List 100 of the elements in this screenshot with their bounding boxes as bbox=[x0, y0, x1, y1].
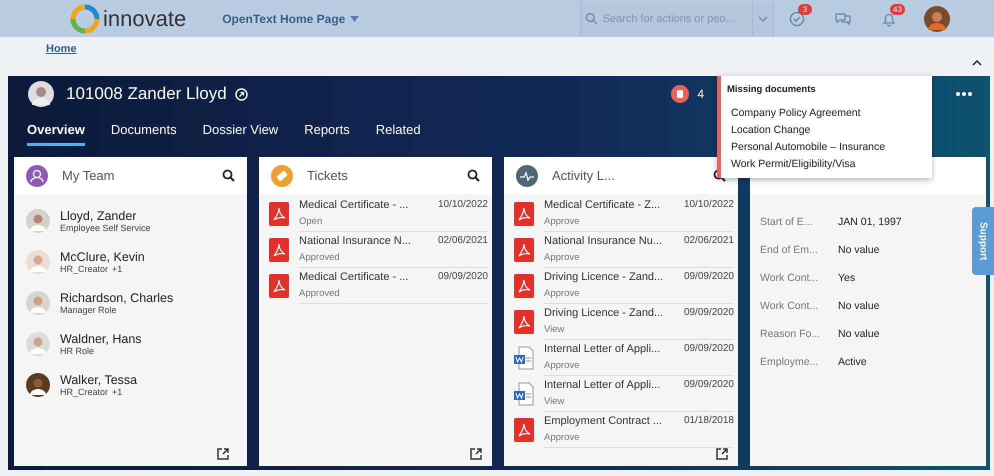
document-title[interactable]: Internal Letter of Appli... bbox=[544, 378, 660, 390]
document-date: 09/09/2020 bbox=[684, 270, 734, 282]
document-alert-icon[interactable] bbox=[671, 85, 690, 103]
external-link-icon[interactable] bbox=[470, 448, 482, 460]
breadcrumb-link[interactable]: Home bbox=[46, 43, 77, 55]
search-icon bbox=[585, 12, 598, 25]
profile-title: 101008 Zander Lloyd bbox=[66, 84, 227, 104]
document-title[interactable]: Employment Contract ... bbox=[544, 414, 662, 426]
word-document-icon bbox=[514, 382, 534, 406]
popover-title: Missing documents bbox=[727, 84, 817, 95]
document-title[interactable]: Internal Letter of Appli... bbox=[544, 342, 660, 354]
chevron-down-icon bbox=[758, 16, 768, 22]
document-date: 02/06/2021 bbox=[684, 234, 734, 246]
document-date: 09/09/2020 bbox=[684, 378, 734, 390]
document-status: Open bbox=[299, 216, 322, 226]
document-status: Approve bbox=[544, 216, 580, 226]
document-date: 09/09/2020 bbox=[438, 270, 488, 282]
document-status: Approve bbox=[544, 432, 580, 442]
document-date: 09/09/2020 bbox=[684, 306, 734, 318]
pdf-icon bbox=[514, 238, 534, 262]
field-label: End of Em... bbox=[760, 244, 819, 256]
count-badge: 3 bbox=[798, 4, 812, 14]
count-badge: 43 bbox=[890, 4, 905, 14]
card-title: Activity L... bbox=[552, 168, 616, 183]
pdf-icon bbox=[514, 202, 534, 226]
external-link-icon[interactable] bbox=[217, 448, 229, 460]
document-title[interactable]: Medical Certificate - ... bbox=[299, 270, 408, 282]
member-role: Employee Self Service bbox=[60, 222, 151, 232]
avatar[interactable] bbox=[26, 372, 50, 396]
field-label: Start of E... bbox=[760, 216, 814, 228]
member-role: HR Role bbox=[60, 346, 94, 356]
field-value: No value bbox=[838, 244, 880, 256]
missing-document-item[interactable]: Work Permit/Eligibility/Visa bbox=[727, 158, 924, 170]
member-name[interactable]: Walker, Tessa bbox=[60, 372, 138, 386]
tab[interactable]: Dossier View bbox=[202, 116, 278, 146]
avatar bbox=[28, 81, 54, 107]
search-icon[interactable] bbox=[222, 169, 235, 182]
document-status: View bbox=[544, 396, 564, 406]
field-value: JAN 01, 1997 bbox=[838, 216, 902, 228]
document-title[interactable]: Medical Certificate - ... bbox=[299, 198, 408, 210]
logo-icon bbox=[70, 4, 100, 34]
member-role: HR_Creator bbox=[60, 264, 108, 274]
check-circle-icon[interactable] bbox=[789, 10, 805, 26]
field-value: No value bbox=[838, 300, 880, 312]
field-label: Work Cont... bbox=[760, 300, 820, 312]
card-title: My Team bbox=[62, 168, 116, 183]
document-status: Approve bbox=[544, 252, 580, 262]
card-title: Tickets bbox=[307, 168, 349, 183]
tab[interactable]: Documents bbox=[110, 116, 177, 146]
avatar[interactable] bbox=[924, 6, 950, 32]
document-status: Approved bbox=[299, 288, 340, 298]
tab[interactable]: Related bbox=[376, 116, 421, 146]
field-value: Active bbox=[838, 356, 867, 368]
pdf-icon bbox=[514, 274, 534, 298]
more-icon[interactable] bbox=[956, 92, 972, 96]
document-title[interactable]: Driving Licence - Zand... bbox=[544, 306, 664, 318]
missing-document-item[interactable]: Personal Automobile – Insurance bbox=[727, 141, 924, 153]
field-value: No value bbox=[838, 328, 880, 340]
activity-icon bbox=[516, 164, 538, 186]
tab[interactable]: Overview bbox=[27, 116, 85, 146]
role-count: +1 bbox=[112, 386, 122, 396]
member-name[interactable]: Lloyd, Zander bbox=[60, 208, 151, 222]
external-link-icon[interactable] bbox=[716, 448, 728, 460]
member-name[interactable]: Richardson, Charles bbox=[60, 290, 174, 304]
pdf-icon bbox=[269, 238, 289, 262]
missing-document-item[interactable]: Company Policy Agreement bbox=[727, 107, 924, 119]
document-date: 10/10/2022 bbox=[438, 198, 488, 210]
field-label: Employme... bbox=[760, 356, 820, 368]
pdf-icon bbox=[269, 202, 289, 226]
caret-icon bbox=[350, 16, 360, 22]
search-icon[interactable] bbox=[467, 169, 480, 182]
member-role: Manager Role bbox=[60, 304, 117, 314]
role-count: +1 bbox=[112, 264, 122, 274]
pdf-icon bbox=[514, 418, 534, 442]
document-title[interactable]: Medical Certificate - Z... bbox=[544, 198, 660, 210]
missing-document-item[interactable]: Location Change bbox=[727, 124, 924, 136]
document-date: 09/09/2020 bbox=[684, 342, 734, 354]
pdf-icon bbox=[269, 274, 289, 298]
member-name[interactable]: McClure, Kevin bbox=[60, 250, 145, 264]
missing-count: 4 bbox=[697, 87, 704, 101]
home-page-menu[interactable]: OpenText Home Page bbox=[222, 12, 360, 26]
team-icon bbox=[26, 164, 48, 186]
document-status: View bbox=[544, 324, 564, 334]
document-status: Approved bbox=[299, 252, 340, 262]
document-title[interactable]: National Insurance Nu... bbox=[544, 234, 662, 246]
document-title[interactable]: Driving Licence - Zand... bbox=[544, 270, 664, 282]
tab[interactable]: Reports bbox=[304, 116, 350, 146]
word-document-icon bbox=[514, 346, 534, 370]
document-status: Approve bbox=[544, 360, 580, 370]
document-title[interactable]: National Insurance N... bbox=[299, 234, 411, 246]
document-date: 01/18/2018 bbox=[684, 414, 734, 426]
document-date: 02/06/2021 bbox=[438, 234, 488, 246]
chevron-up-icon[interactable] bbox=[972, 60, 982, 66]
logo-text: innovate bbox=[103, 6, 186, 32]
field-label: Reason Fo... bbox=[760, 328, 822, 340]
pdf-icon bbox=[514, 310, 534, 334]
member-name[interactable]: Waldner, Hans bbox=[60, 332, 142, 346]
document-date: 10/10/2022 bbox=[684, 198, 734, 210]
document-status: Approve bbox=[544, 288, 580, 298]
field-value: Yes bbox=[838, 272, 856, 284]
